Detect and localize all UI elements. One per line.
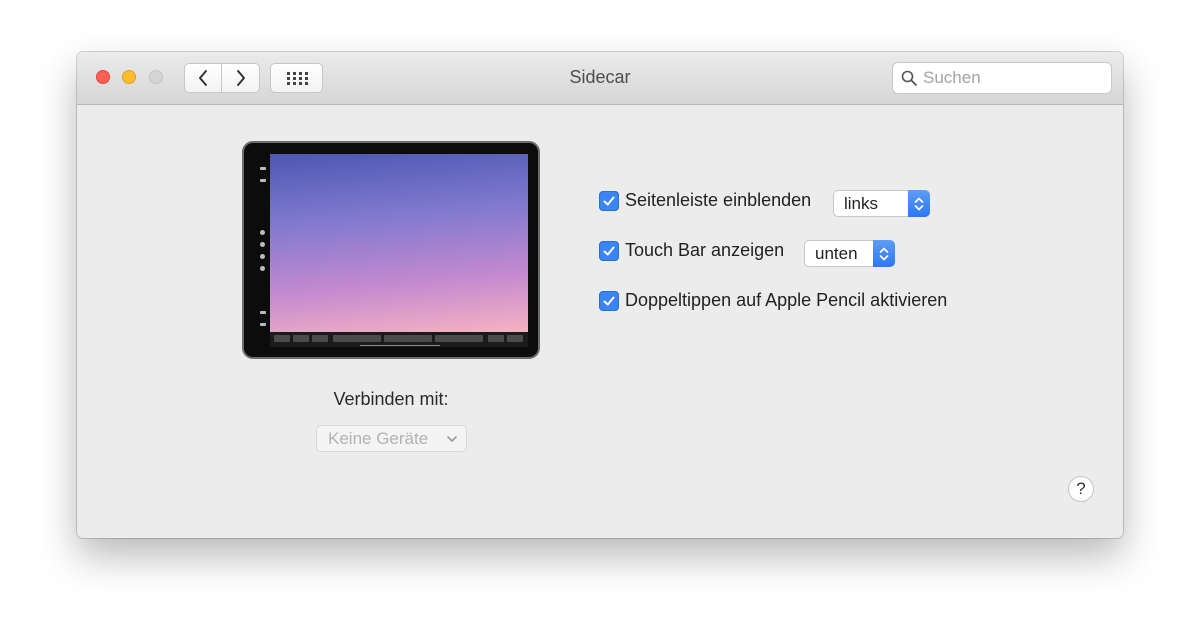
ipad-screen-wallpaper [270, 154, 528, 332]
search-input[interactable] [923, 68, 1103, 88]
touch-bar-position-popup[interactable]: unten [804, 240, 895, 267]
popup-stepper[interactable] [908, 190, 930, 217]
show-sidebar-label: Seitenleiste einblenden [625, 190, 812, 210]
search-field[interactable] [892, 62, 1112, 94]
device-select: Keine Geräte [316, 425, 467, 452]
touch-bar-preview [270, 332, 528, 347]
sidebar-indicator [260, 311, 266, 314]
ipad-illustration [242, 141, 540, 359]
pencil-double-tap-label: Doppeltippen auf Apple Pencil aktivieren [625, 290, 948, 310]
sidebar-position-popup[interactable]: links [833, 190, 930, 217]
sidebar-indicator [260, 242, 265, 247]
connect-to-label: Verbinden mit: [333, 389, 449, 409]
show-touch-bar-option: Touch Bar anzeigen [599, 240, 784, 261]
up-down-chevron-icon [879, 247, 889, 260]
sidebar-indicator [260, 167, 266, 170]
search-icon [901, 70, 917, 86]
up-down-chevron-icon [914, 197, 924, 210]
sidebar-indicator [260, 254, 265, 259]
sidebar-indicator [260, 266, 265, 271]
sidebar-indicator [260, 179, 266, 182]
show-touch-bar-checkbox[interactable] [599, 240, 619, 261]
pencil-double-tap-checkbox[interactable] [599, 290, 619, 311]
sidebar-indicator [260, 230, 265, 235]
pencil-double-tap-option: Doppeltippen auf Apple Pencil aktivieren [599, 290, 947, 311]
checkmark-icon [603, 246, 615, 255]
sidebar-indicator [260, 323, 266, 326]
touch-bar-position-value: unten [815, 243, 858, 263]
show-touch-bar-label: Touch Bar anzeigen [625, 240, 785, 260]
title-bar: Sidecar [77, 52, 1123, 105]
checkmark-icon [603, 296, 615, 305]
help-button[interactable]: ? [1068, 476, 1094, 502]
show-sidebar-checkbox[interactable] [599, 190, 619, 211]
sidebar-position-value: links [844, 193, 879, 213]
show-sidebar-option: Seitenleiste einblenden [599, 190, 811, 211]
device-select-value: Keine Geräte [328, 428, 429, 448]
chevron-down-icon [447, 436, 457, 442]
preferences-window: Sidecar Verbinden m [77, 52, 1123, 538]
checkmark-icon [603, 196, 615, 205]
popup-stepper[interactable] [873, 240, 895, 267]
